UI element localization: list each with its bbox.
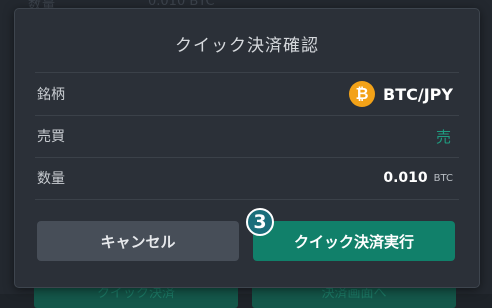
quantity-value: 0.010 <box>383 170 427 186</box>
cancel-button[interactable]: キャンセル <box>37 221 239 261</box>
symbol-value: BTC/JPY <box>383 85 453 104</box>
side-value: 売 <box>436 126 459 147</box>
step-number-badge: 3 <box>246 208 274 236</box>
symbol-label: 銘柄 <box>35 84 65 104</box>
execute-quick-settlement-button[interactable]: クイック決済実行 <box>253 221 455 261</box>
quantity-unit: BTC <box>434 173 453 184</box>
side-label: 売買 <box>35 126 65 146</box>
dialog-title: クイック決済確認 <box>15 31 479 56</box>
row-quantity: 数量 0.010 BTC <box>35 157 459 200</box>
quantity-value-group: 0.010 BTC <box>383 170 459 186</box>
quick-settlement-confirm-dialog: クイック決済確認 銘柄 ₿ BTC/JPY 売買 売 数量 0.010 BTC … <box>14 8 480 288</box>
row-side: 売買 売 <box>35 115 459 158</box>
quantity-label: 数量 <box>35 168 65 188</box>
bitcoin-icon: ₿ <box>349 81 375 107</box>
row-symbol: 銘柄 ₿ BTC/JPY <box>35 72 459 116</box>
symbol-value-group: ₿ BTC/JPY <box>349 81 459 107</box>
